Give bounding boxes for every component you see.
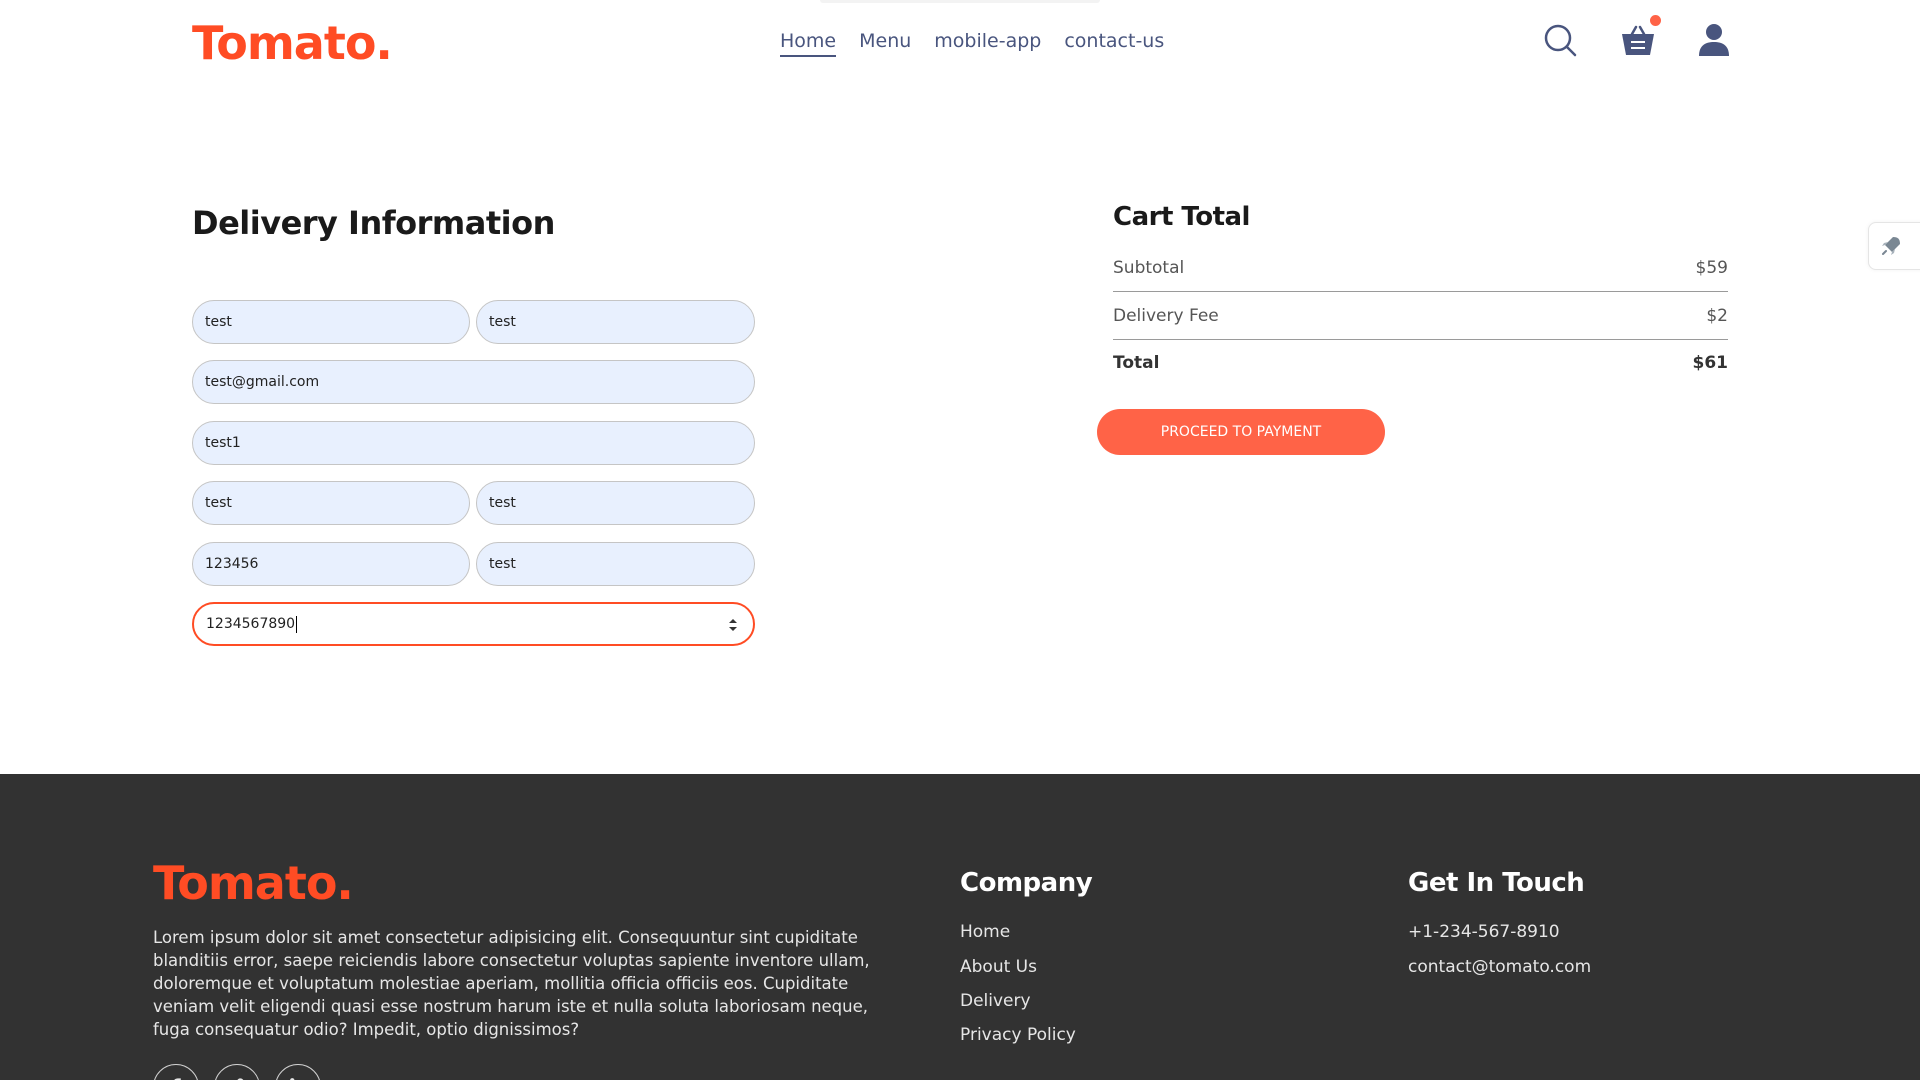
last-name-field[interactable]: test [476,300,755,344]
contact-email[interactable]: contact@tomato.com [1408,957,1591,977]
delivery-fee-row: Delivery Fee $2 [1113,306,1728,326]
side-widget[interactable] [1868,222,1920,270]
phone-field[interactable]: 1234567890 [192,602,755,646]
logo[interactable]: Tomato. [192,16,393,70]
nav-home[interactable]: Home [780,30,837,57]
first-name-field[interactable]: test [192,300,470,344]
footer-link-delivery[interactable]: Delivery [960,991,1031,1011]
nav-mobile-app[interactable]: mobile-app [934,30,1041,57]
footer-link-home[interactable]: Home [960,922,1010,942]
subtotal-row: Subtotal $59 [1113,258,1728,278]
divider [1113,291,1728,292]
company-heading: Company [960,868,1093,898]
subtotal-label: Subtotal [1113,258,1185,278]
cart-badge [1650,15,1661,26]
delivery-fee-value: $2 [1706,306,1728,326]
phone-value: 1234567890 [206,616,296,632]
total-label: Total [1113,353,1160,373]
profile-icon[interactable] [1696,22,1732,58]
total-row: Total $61 [1113,353,1728,373]
nav-menu[interactable]: Menu [859,30,911,57]
footer-description: Lorem ipsum dolor sit amet consectetur a… [153,928,870,1039]
country-field[interactable]: test [476,542,755,586]
cart-total-title: Cart Total [1113,202,1250,232]
contact-heading: Get In Touch [1408,868,1585,898]
top-edge-tab [820,0,1100,3]
basket-icon[interactable] [1620,22,1656,58]
city-field[interactable]: test [192,481,470,525]
facebook-icon[interactable] [153,1064,199,1080]
footer-link-about-us[interactable]: About Us [960,957,1037,977]
email-field[interactable]: test@gmail.com [192,360,755,404]
search-icon[interactable] [1542,22,1578,58]
twitter-icon[interactable] [214,1064,260,1080]
main-nav: Home Menu mobile-app contact-us [780,30,1164,57]
number-spinner-icon[interactable] [727,617,739,633]
subtotal-value: $59 [1695,258,1728,278]
footer-link-privacy-policy[interactable]: Privacy Policy [960,1025,1076,1045]
delivery-title: Delivery Information [192,204,555,242]
text-caret [296,615,298,633]
contact-phone[interactable]: +1-234-567-8910 [1408,922,1560,942]
footer: Tomato. Lorem ipsum dolor sit amet conse… [0,774,1920,1080]
proceed-to-payment-button[interactable]: PROCEED TO PAYMENT [1097,409,1385,455]
state-field[interactable]: test [476,481,755,525]
total-value: $61 [1692,353,1729,373]
linkedin-icon[interactable] [275,1064,321,1080]
footer-logo[interactable]: Tomato. [153,856,354,910]
delivery-fee-label: Delivery Fee [1113,306,1219,326]
nav-contact-us[interactable]: contact-us [1064,30,1164,57]
divider [1113,339,1728,340]
street-field[interactable]: test1 [192,421,755,465]
rocket-icon [1882,237,1900,255]
zip-code-field[interactable]: 123456 [192,542,470,586]
